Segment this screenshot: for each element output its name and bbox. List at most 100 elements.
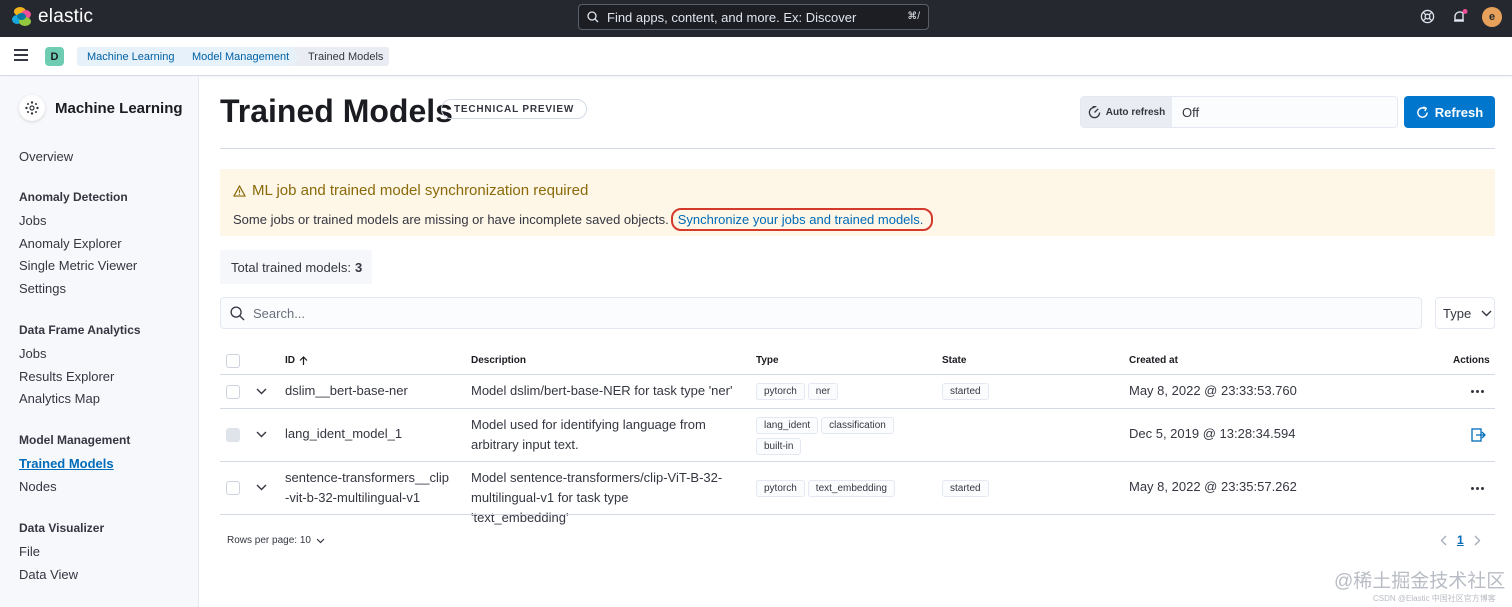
type-filter-button[interactable]: Type	[1435, 297, 1495, 329]
sidebar-item-data-view[interactable]: Data View	[19, 567, 78, 582]
breadcrumb-machine-learning[interactable]: Machine Learning	[77, 47, 187, 66]
user-avatar[interactable]: e	[1482, 7, 1502, 27]
row-checkbox[interactable]	[226, 385, 240, 399]
model-id: lang_ident_model_1	[285, 426, 403, 441]
callout-title-text: ML job and trained model synchronization…	[252, 182, 589, 199]
row-divider	[220, 461, 1495, 462]
column-header-actions: Actions	[1453, 355, 1490, 366]
model-created-at: Dec 5, 2019 @ 13:28:34.594	[1129, 426, 1296, 441]
sidebar-heading-data-frame-analytics: Data Frame Analytics	[19, 323, 141, 337]
select-all-checkbox[interactable]	[226, 354, 240, 368]
help-icon[interactable]	[1420, 9, 1435, 24]
header-divider	[220, 148, 1495, 149]
sidebar-heading-anomaly-detection: Anomaly Detection	[19, 190, 128, 204]
sidebar-item-analytics-map[interactable]: Analytics Map	[19, 391, 100, 406]
menu-icon[interactable]	[13, 48, 29, 62]
sidebar-item-dfa-jobs[interactable]: Jobs	[19, 346, 46, 361]
pagination: 1	[1440, 533, 1481, 547]
next-page-icon[interactable]	[1474, 535, 1481, 546]
model-created-at: May 8, 2022 @ 23:33:53.760	[1129, 383, 1297, 398]
type-badge: pytorch	[756, 383, 805, 400]
technical-preview-badge[interactable]: TECHNICAL PREVIEW	[441, 99, 588, 119]
model-state: started	[942, 383, 992, 400]
page-title: Trained Models	[220, 93, 453, 129]
sidebar-item-single-metric-viewer[interactable]: Single Metric Viewer	[19, 258, 137, 273]
sidebar-item-settings[interactable]: Settings	[19, 281, 66, 296]
column-header-description[interactable]: Description	[471, 355, 526, 366]
breadcrumb-bar: D Machine Learning Model Management Trai…	[0, 37, 1512, 76]
sidebar-item-trained-models[interactable]: Trained Models	[19, 456, 114, 471]
sidebar-title: Machine Learning	[55, 99, 183, 117]
row-checkbox[interactable]	[226, 481, 240, 495]
expand-row-icon[interactable]	[256, 484, 267, 491]
rows-per-page-button[interactable]: Rows per page: 10	[227, 535, 325, 546]
total-count: 3	[354, 259, 363, 275]
row-checkbox	[226, 428, 240, 442]
chevron-down-icon	[1481, 310, 1492, 317]
model-id: sentence-transformers__clip-vit-b-32-mul…	[285, 470, 450, 505]
watermark: @稀土掘金技术社区	[1334, 571, 1506, 592]
sidebar-heading-model-management: Model Management	[19, 433, 131, 447]
sidebar-item-anomaly-explorer[interactable]: Anomaly Explorer	[19, 236, 122, 251]
model-type-badges: pytorch text_embedding	[756, 480, 931, 497]
sidebar-item-overview[interactable]: Overview	[19, 149, 73, 164]
model-state: started	[942, 480, 992, 497]
sort-ascending-icon	[299, 355, 308, 366]
auto-refresh-value: Off	[1182, 104, 1200, 120]
machine-learning-icon	[19, 95, 45, 121]
column-header-type[interactable]: Type	[756, 355, 779, 366]
previous-page-icon[interactable]	[1440, 535, 1447, 546]
column-header-id[interactable]: ID	[285, 355, 308, 366]
auto-refresh-label: Auto refresh	[1105, 106, 1166, 118]
row-actions-icon[interactable]	[1471, 487, 1484, 490]
type-badge: text_embedding	[807, 480, 895, 497]
auto-refresh-toggle[interactable]: Auto refresh	[1081, 97, 1172, 127]
auto-refresh-picker[interactable]: Auto refresh Off	[1080, 96, 1398, 128]
column-header-state[interactable]: State	[942, 355, 966, 366]
global-search-input[interactable]: Find apps, content, and more. Ex: Discov…	[578, 4, 929, 30]
rows-per-page-label: Rows per page: 10	[227, 535, 311, 546]
row-actions-icon[interactable]	[1471, 390, 1484, 393]
elastic-logo[interactable]: elastic	[12, 6, 93, 28]
deploy-model-icon[interactable]	[1471, 428, 1486, 442]
breadcrumb-model-management[interactable]: Model Management	[179, 47, 299, 66]
sidebar-item-ad-jobs[interactable]: Jobs	[19, 213, 46, 228]
type-badge: ner	[807, 383, 839, 400]
newsfeed-icon[interactable]	[1452, 9, 1468, 25]
synchronize-link[interactable]: Synchronize your jobs and trained models…	[670, 208, 934, 231]
refresh-button[interactable]: Refresh	[1404, 96, 1495, 128]
model-description: Model dslim/bert-base-NER for task type …	[471, 383, 733, 398]
sidebar-item-file[interactable]: File	[19, 544, 40, 559]
chevron-down-icon	[316, 538, 325, 544]
sidebar-item-results-explorer[interactable]: Results Explorer	[19, 369, 114, 384]
models-search-input[interactable]: Search...	[220, 297, 1422, 329]
space-avatar[interactable]: D	[45, 47, 64, 66]
total-models-stat: Total trained models: 3	[220, 250, 372, 284]
model-description: Model sentence-transformers/clip-ViT-B-3…	[471, 470, 723, 525]
column-header-created-at[interactable]: Created at	[1129, 355, 1178, 366]
page-number-current[interactable]: 1	[1457, 533, 1464, 547]
expand-row-icon[interactable]	[256, 431, 267, 438]
breadcrumb-trained-models: Trained Models	[292, 47, 389, 66]
type-badge: classification	[821, 417, 894, 434]
watermark-sub: CSDN @Elastic 中国社区官方博客	[1373, 594, 1496, 603]
search-shortcut: ⌘/	[907, 11, 920, 22]
row-divider	[220, 514, 1495, 515]
expand-row-icon[interactable]	[256, 388, 267, 395]
sync-warning-callout: ML job and trained model synchronization…	[220, 169, 1495, 236]
top-header: elastic Find apps, content, and more. Ex…	[0, 0, 1512, 37]
sidebar-item-nodes[interactable]: Nodes	[19, 479, 57, 494]
callout-title: ML job and trained model synchronization…	[233, 182, 588, 199]
timer-icon	[1088, 105, 1101, 119]
state-badge: started	[942, 383, 989, 400]
elastic-logo-icon	[12, 7, 32, 27]
model-type-badges: lang_ident classification built-in	[756, 417, 931, 455]
search-placeholder: Find apps, content, and more. Ex: Discov…	[607, 9, 857, 25]
type-filter-label: Type	[1443, 305, 1472, 321]
row-divider	[220, 408, 1495, 409]
model-description: Model used for identifying language from…	[471, 417, 706, 452]
callout-body-text: Some jobs or trained models are missing …	[233, 212, 669, 227]
ml-sidebar: Machine Learning Overview Anomaly Detect…	[0, 77, 199, 607]
sidebar-header: Machine Learning	[19, 95, 183, 121]
model-id: dslim__bert-base-ner	[285, 383, 408, 398]
